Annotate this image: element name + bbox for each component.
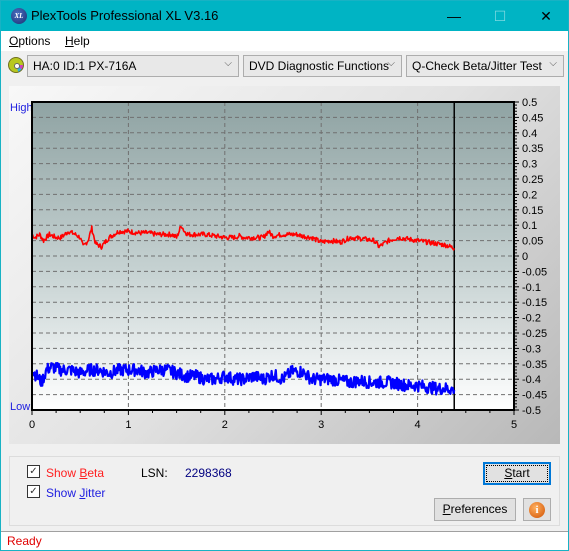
y-tick-label: 0.5 xyxy=(522,97,537,109)
y-tick-label: -0.3 xyxy=(522,343,541,355)
y-tick-label: 0.45 xyxy=(522,112,543,124)
x-tick-label: 2 xyxy=(222,419,228,431)
chevron-down-icon: ⌵ xyxy=(387,58,395,69)
y-tick-label: -0.25 xyxy=(522,328,547,340)
y-tick-label: 0.2 xyxy=(522,189,537,201)
app-logo-icon: XL xyxy=(11,8,27,24)
y-tick-label: -0.05 xyxy=(522,266,547,278)
drive-select[interactable]: HA:0 ID:1 PX-716A ⌵ xyxy=(27,55,239,77)
show-beta-label[interactable]: Show Beta xyxy=(46,466,104,480)
test-select[interactable]: Q-Check Beta/Jitter Test ⌵ xyxy=(406,55,564,77)
status-text: Ready xyxy=(7,534,42,548)
info-icon: i xyxy=(529,502,545,518)
start-button[interactable]: Start xyxy=(483,462,551,485)
window-title: PlexTools Professional XL V3.16 xyxy=(31,8,219,23)
chevron-down-icon: ⌵ xyxy=(549,58,557,69)
chart-panel: High Low 0.5 0.45 0.4 0.35 0.3 0.25 0.2 0.15 0.1… xyxy=(9,86,560,444)
lsn-label: LSN: xyxy=(141,466,168,480)
y-tick-label: -0.35 xyxy=(522,359,547,371)
drive-select-value: HA:0 ID:1 PX-716A xyxy=(33,59,137,73)
show-jitter-checkbox[interactable]: ✓ xyxy=(27,485,40,498)
menu-help[interactable]: Help xyxy=(65,34,90,48)
minimize-button[interactable]: — xyxy=(431,1,477,31)
function-select-value: DVD Diagnostic Functions xyxy=(249,59,390,73)
x-tick-label: 0 xyxy=(29,419,35,431)
x-tick-label: 5 xyxy=(511,419,517,431)
disc-icon xyxy=(8,57,24,73)
x-tick-label: 4 xyxy=(415,419,421,431)
info-button[interactable]: i xyxy=(523,498,551,521)
close-button[interactable]: ✕ xyxy=(523,1,569,31)
y-tick-label: 0.1 xyxy=(522,220,537,232)
lsn-value: 2298368 xyxy=(185,466,232,480)
y-tick-label: -0.1 xyxy=(522,282,541,294)
toolbar: HA:0 ID:1 PX-716A ⌵ DVD Diagnostic Funct… xyxy=(1,52,568,80)
chevron-down-icon: ⌵ xyxy=(224,58,232,69)
preferences-button[interactable]: Preferences xyxy=(434,498,516,521)
function-select[interactable]: DVD Diagnostic Functions ⌵ xyxy=(243,55,402,77)
y-tick-label: 0.05 xyxy=(522,236,543,248)
show-beta-checkbox[interactable]: ✓ xyxy=(27,465,40,478)
test-select-value: Q-Check Beta/Jitter Test xyxy=(412,59,542,73)
y-tick-label: -0.15 xyxy=(522,297,547,309)
x-tick-label: 1 xyxy=(125,419,131,431)
status-bar: Ready xyxy=(1,531,568,550)
y-tick-label: 0.35 xyxy=(522,143,543,155)
y-tick-label: 0.15 xyxy=(522,205,543,217)
x-tick-label: 3 xyxy=(318,419,324,431)
y-tick-label: -0.4 xyxy=(522,374,541,386)
y-tick-label: -0.5 xyxy=(522,405,541,417)
y-tick-label: 0.3 xyxy=(522,159,537,171)
beta-jitter-chart: 0.5 0.45 0.4 0.35 0.3 0.25 0.2 0.15 0.1 0.05 0 -0.0… xyxy=(29,97,547,431)
y-tick-label: 0.25 xyxy=(522,174,543,186)
menu-options[interactable]: Options xyxy=(9,34,50,48)
app-window: XL PlexTools Professional XL V3.16 — ☐ ✕… xyxy=(0,0,569,551)
title-bar: XL PlexTools Professional XL V3.16 — ☐ ✕ xyxy=(1,1,568,31)
maximize-button[interactable]: ☐ xyxy=(477,1,523,31)
show-jitter-label[interactable]: Show Jitter xyxy=(46,486,105,500)
controls-group: ✓ Show Beta ✓ Show Jitter LSN: 2298368 S… xyxy=(9,456,560,526)
menu-bar: Options Help xyxy=(1,31,568,51)
y-tick-label: 0 xyxy=(522,251,528,263)
y-tick-label: -0.2 xyxy=(522,313,541,325)
y-tick-label: -0.45 xyxy=(522,390,547,402)
y-tick-label: 0.4 xyxy=(522,128,537,140)
